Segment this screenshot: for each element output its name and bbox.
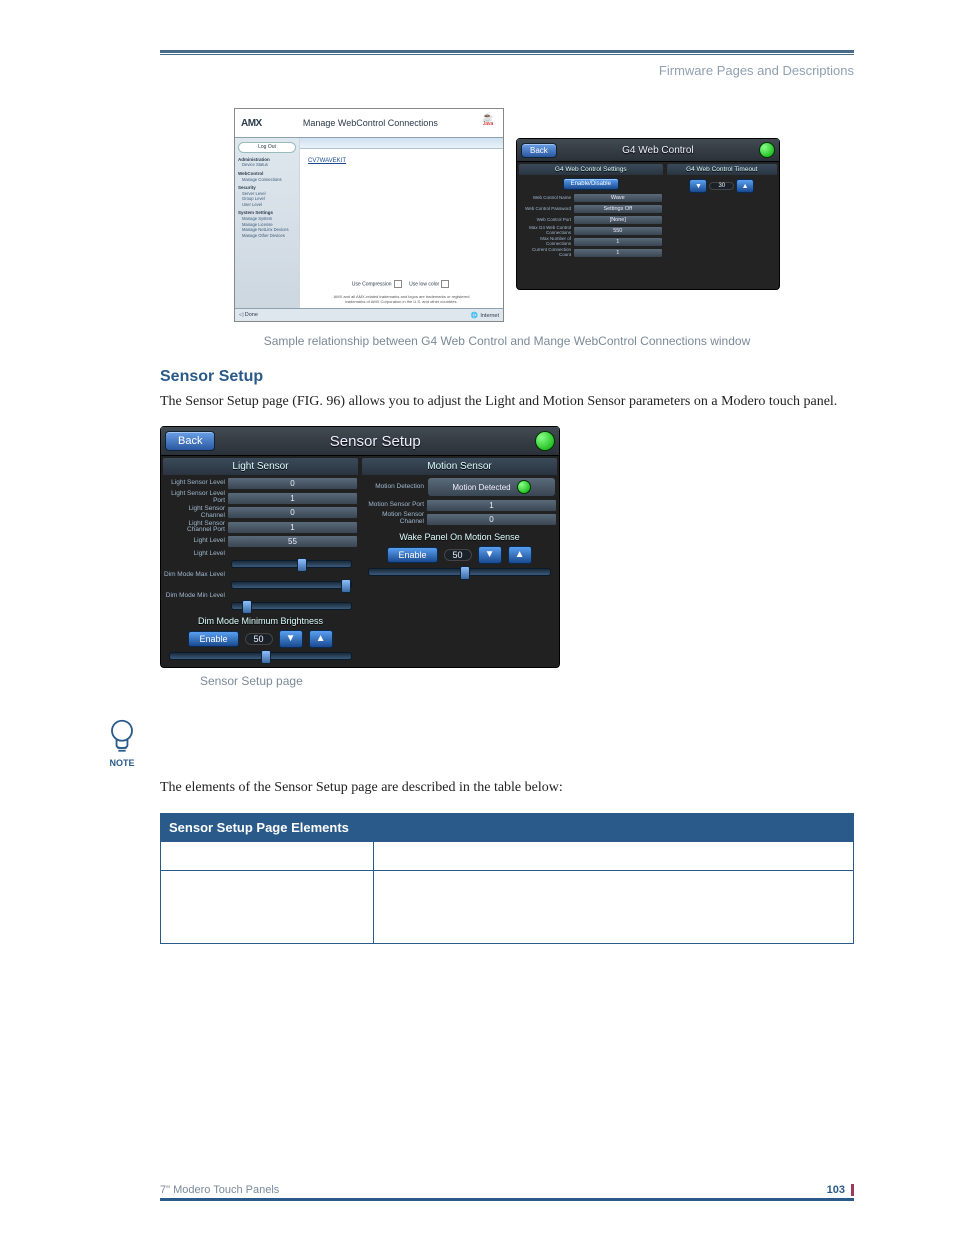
light-sensor-header: Light Sensor [163, 458, 358, 475]
timeout-header: G4 Web Control Timeout [667, 164, 777, 175]
logout-button[interactable]: Log Out [238, 142, 296, 153]
wake-up-button[interactable]: ▲ [508, 546, 532, 564]
wake-panel-title: Wake Panel On Motion Sense [362, 532, 557, 542]
figure-manage-webcontrol: AMX Manage WebControl Connections ☕ Java… [234, 108, 504, 322]
internet-icon: Internet [471, 312, 499, 319]
back-button[interactable]: Back [165, 431, 215, 451]
figure-sensor-setup: Back Sensor Setup Light Sensor Light Sen… [160, 426, 560, 668]
dim-mode-title: Dim Mode Minimum Brightness [163, 616, 358, 626]
footer-title: 7" Modero Touch Panels [160, 1184, 279, 1196]
table-header: Sensor Setup Page Elements [161, 813, 854, 841]
figure-caption-1: Sample relationship between G4 Web Contr… [160, 334, 854, 348]
compression-checkbox[interactable] [394, 280, 402, 288]
note-icon: NOTE [100, 718, 144, 768]
wake-down-button[interactable]: ▼ [478, 546, 502, 564]
wake-value: 50 [444, 549, 472, 561]
timeout-up-button[interactable]: ▲ [736, 179, 754, 193]
dim-min-slider[interactable] [231, 602, 352, 610]
dim-max-slider[interactable] [231, 581, 352, 589]
dim-down-button[interactable]: ▼ [279, 630, 303, 648]
motion-sensor-header: Motion Sensor [362, 458, 557, 475]
dim-value: 50 [245, 633, 273, 645]
table-row [161, 841, 854, 870]
paragraph-1: The Sensor Setup page (FIG. 96) allows y… [160, 392, 854, 412]
dim-up-button[interactable]: ▲ [309, 630, 333, 648]
settings-header: G4 Web Control Settings [519, 164, 663, 175]
device-link[interactable]: CV7WAVEKIT [308, 158, 346, 164]
motion-indicator-icon [517, 480, 531, 494]
section-heading: Sensor Setup [160, 368, 854, 386]
elements-table: Sensor Setup Page Elements [160, 813, 854, 944]
status-orb-icon [535, 431, 555, 451]
back-button[interactable]: Back [521, 143, 557, 158]
figure-caption-2: Sensor Setup page [200, 674, 854, 688]
timeout-down-button[interactable]: ▼ [689, 179, 707, 193]
table-row [161, 870, 854, 943]
fig1-title: Manage WebControl Connections [262, 118, 479, 128]
enable-disable-button[interactable]: Enable/Disable [563, 178, 619, 190]
timeout-value: 30 [709, 182, 734, 190]
panel-title: G4 Web Control [557, 145, 759, 156]
dim-enable-button[interactable]: Enable [188, 631, 238, 647]
motion-status-text: Motion Detected [452, 483, 510, 492]
dim-brightness-slider[interactable] [169, 652, 352, 660]
java-icon: ☕ Java [479, 113, 497, 133]
wake-slider[interactable] [368, 568, 551, 576]
lowcolor-checkbox[interactable] [441, 280, 449, 288]
amx-logo: AMX [241, 118, 262, 129]
status-orb-icon [759, 142, 775, 158]
page-number: 103 [827, 1184, 854, 1196]
fig1-sidebar: Log Out Administration Device Status Web… [235, 138, 299, 308]
wake-enable-button[interactable]: Enable [387, 547, 437, 563]
panel-title: Sensor Setup [215, 433, 535, 450]
paragraph-2: The elements of the Sensor Setup page ar… [160, 778, 854, 798]
figure-g4-web-control: Back G4 Web Control G4 Web Control Setti… [516, 138, 780, 290]
running-head: Firmware Pages and Descriptions [160, 63, 854, 78]
light-level-slider[interactable] [231, 560, 352, 568]
